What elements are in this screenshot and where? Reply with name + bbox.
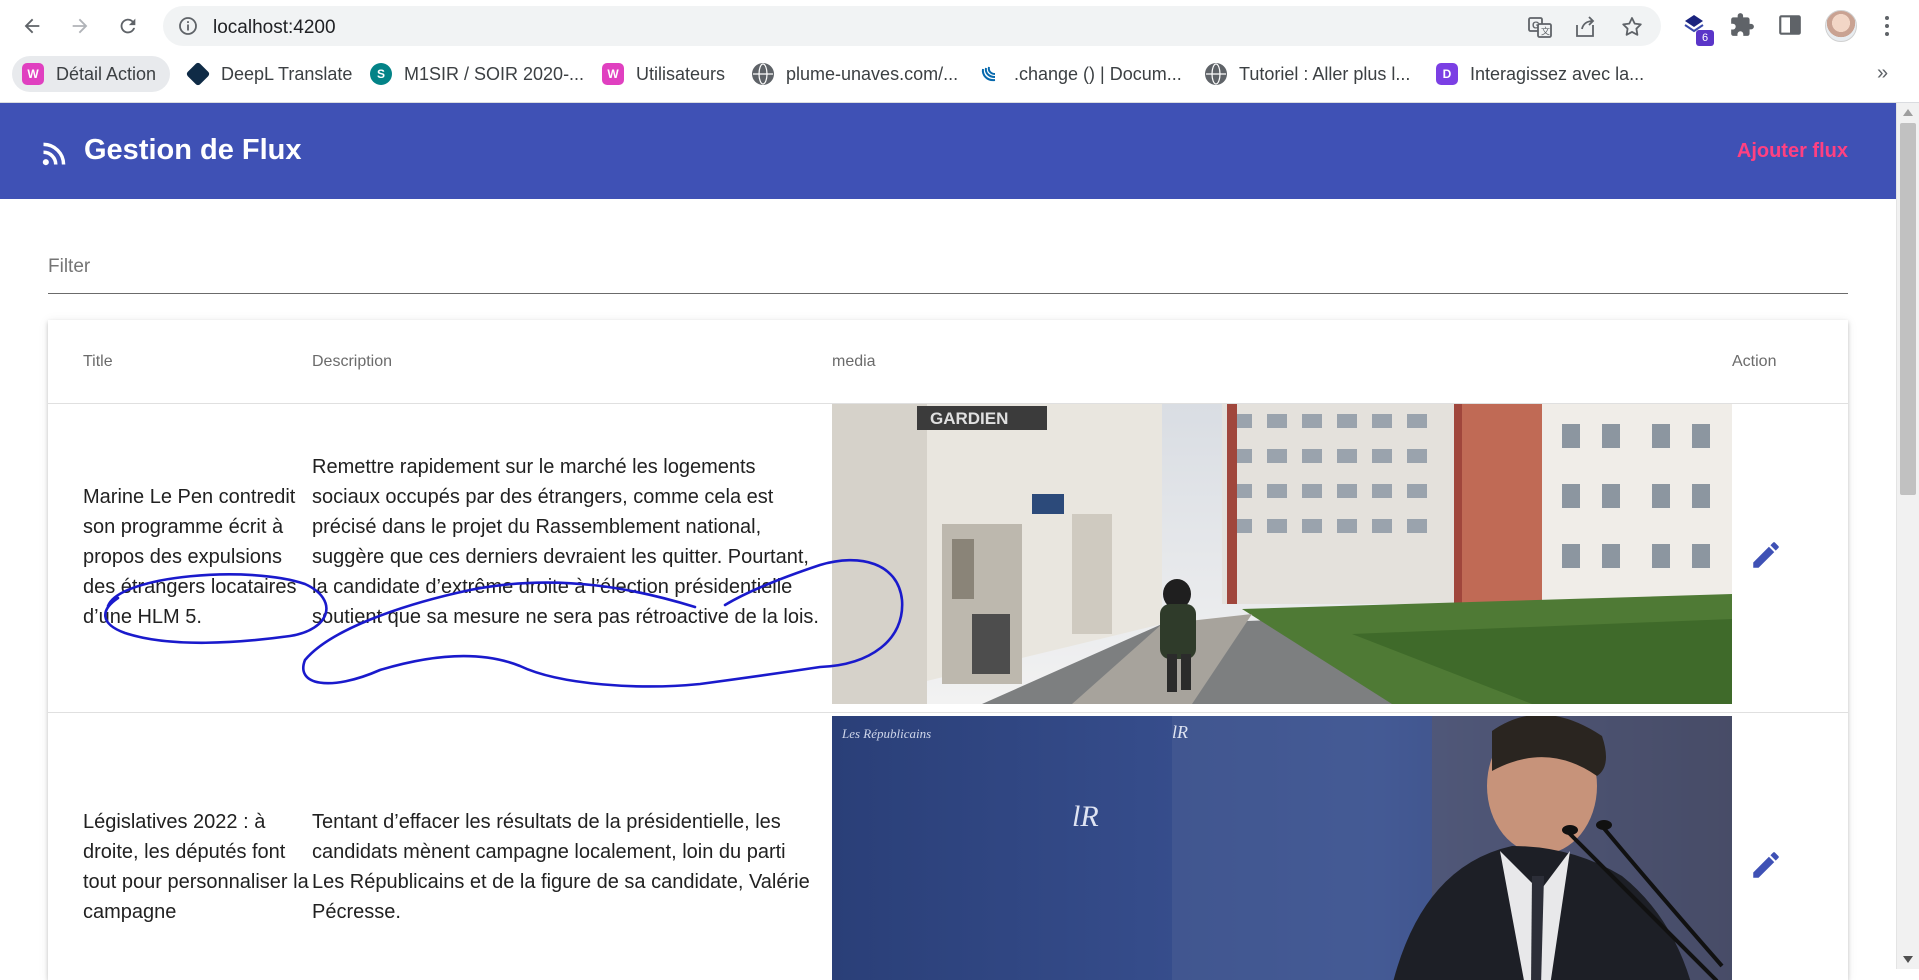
row-description: Remettre rapidement sur le marché les lo… — [312, 456, 819, 628]
filter-field[interactable] — [48, 246, 1848, 294]
address-bar[interactable]: localhost:4200 G 文 — [163, 6, 1661, 46]
row-media-image: GARDIEN — [832, 404, 1732, 704]
backdrop-text: Les Républicains — [841, 726, 931, 741]
browser-menu-icon[interactable] — [1875, 13, 1899, 39]
bookmark-label: M1SIR / SOIR 2020-... — [404, 63, 585, 84]
bookmark-item[interactable]: Tutoriel : Aller plus l... — [1205, 56, 1410, 92]
bookmark-item[interactable]: S M1SIR / SOIR 2020-... — [370, 56, 584, 92]
edit-pencil-icon — [1753, 542, 1779, 568]
purple-d-icon: D — [1436, 63, 1458, 85]
scrollbar-thumb[interactable] — [1900, 123, 1916, 495]
deepl-icon — [185, 61, 211, 87]
browser-chrome: localhost:4200 G 文 6 W Détail Action Dee… — [0, 0, 1919, 103]
column-header-description[interactable]: Description — [312, 353, 392, 371]
edit-pencil-icon — [1753, 852, 1779, 878]
column-header-title[interactable]: Title — [83, 353, 113, 371]
row-divider — [48, 712, 1848, 713]
sharepoint-icon: S — [370, 63, 392, 85]
share-icon[interactable] — [1573, 15, 1599, 39]
more-bookmarks-chevron-icon[interactable]: » — [1877, 62, 1888, 85]
back-arrow-icon[interactable] — [15, 9, 49, 43]
translate-icon[interactable]: G 文 — [1527, 15, 1553, 39]
jquery-icon — [980, 63, 1002, 85]
column-header-media[interactable]: media — [832, 353, 876, 371]
browser-toolbar: localhost:4200 G 文 6 — [0, 0, 1919, 52]
side-panel-icon[interactable] — [1777, 12, 1803, 38]
filter-input[interactable] — [48, 256, 1848, 278]
globe-icon — [1205, 63, 1227, 85]
gardien-sign: GARDIEN — [930, 409, 1008, 428]
bookmark-star-icon[interactable] — [1619, 15, 1645, 39]
feeds-table: Title Description media Action Marine Le… — [48, 320, 1848, 980]
bookmark-item[interactable]: W Détail Action — [12, 56, 171, 92]
svg-text:lR: lR — [1172, 722, 1188, 742]
bookmark-item[interactable]: plume-unaves.com/... — [752, 56, 958, 92]
page-scrollbar[interactable] — [1896, 103, 1919, 969]
webflow-w-icon: W — [22, 63, 44, 85]
webflow-w-icon: W — [602, 63, 624, 85]
add-feed-button[interactable]: Ajouter flux — [1737, 140, 1848, 163]
edit-button[interactable] — [1748, 848, 1784, 884]
column-header-action[interactable]: Action — [1732, 353, 1776, 371]
row-description: Tentant d’effacer les résultats de la pr… — [312, 811, 810, 923]
scroll-up-arrow-icon[interactable] — [1903, 109, 1913, 116]
bookmark-item[interactable]: DeepL Translate — [185, 56, 353, 92]
bookmark-item[interactable]: D Interagissez avec la... — [1436, 56, 1644, 92]
bookmark-label: Interagissez avec la... — [1470, 63, 1645, 84]
rss-feed-icon — [42, 142, 66, 166]
reload-icon[interactable] — [111, 9, 145, 43]
globe-icon — [752, 63, 774, 85]
extensions-puzzle-icon[interactable] — [1729, 12, 1755, 38]
bookmark-label: Tutoriel : Aller plus l... — [1239, 63, 1411, 84]
forward-arrow-icon[interactable] — [63, 9, 97, 43]
site-info-icon[interactable] — [178, 16, 198, 36]
scroll-down-arrow-icon[interactable] — [1903, 956, 1913, 963]
bookmark-label: .change () | Docum... — [1014, 63, 1182, 84]
row-title: Marine Le Pen contredit son programme éc… — [83, 486, 297, 628]
bookmarks-bar: W Détail Action DeepL Translate S M1SIR … — [0, 56, 1919, 92]
bookmark-item[interactable]: W Utilisateurs — [602, 56, 725, 92]
app-toolbar: Gestion de Flux Ajouter flux — [0, 103, 1896, 199]
row-media-image: Les Républicains lR lR — [832, 716, 1732, 980]
svg-text:lR: lR — [1072, 800, 1099, 833]
edit-button[interactable] — [1748, 538, 1784, 574]
bookmark-label: DeepL Translate — [221, 63, 353, 84]
url-text[interactable]: localhost:4200 — [213, 17, 336, 39]
profile-avatar[interactable] — [1825, 10, 1857, 42]
bookmark-item[interactable]: .change () | Docum... — [980, 56, 1182, 92]
extension-count-badge: 6 — [1696, 30, 1714, 46]
bookmark-label: Détail Action — [56, 63, 157, 84]
bookmark-label: Utilisateurs — [636, 63, 726, 84]
svg-text:文: 文 — [1541, 26, 1550, 38]
app-title: Gestion de Flux — [84, 134, 302, 166]
row-title: Législatives 2022 : à droite, les député… — [83, 811, 309, 923]
bookmark-label: plume-unaves.com/... — [786, 63, 959, 84]
